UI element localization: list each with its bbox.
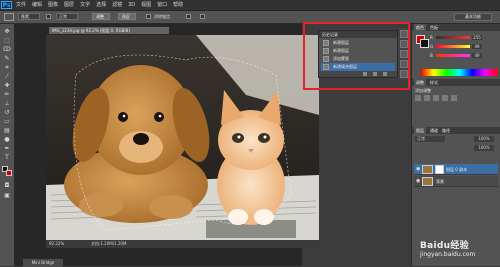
layer-row[interactable]: ◉ 背景: [414, 176, 498, 187]
adjust-panel-tabs: 调整 样式: [412, 79, 500, 86]
layer-name: 背景: [436, 179, 444, 184]
eraser-tool-icon[interactable]: ▭: [3, 118, 11, 125]
curves-icon[interactable]: [433, 95, 439, 101]
quick-select-tool-icon[interactable]: ✎: [3, 55, 11, 62]
canvas-image[interactable]: [46, 35, 319, 240]
menu-3d[interactable]: 3D: [128, 1, 135, 9]
opacity-field[interactable]: 100%: [474, 136, 494, 142]
menu-file[interactable]: 文件: [16, 1, 26, 9]
color-panel-bg-swatch[interactable]: [420, 39, 429, 48]
eye-icon[interactable]: ◉: [416, 176, 420, 187]
menu-help[interactable]: 帮助: [173, 1, 183, 9]
selection-button[interactable]: 选区: [118, 13, 136, 20]
crop-tool-icon[interactable]: ⌗: [3, 64, 11, 71]
layer-row[interactable]: ◉ 图层 0 副本: [414, 164, 498, 175]
option-field-2[interactable]: 正常: [56, 13, 78, 20]
brush-tool-icon[interactable]: ✏: [3, 91, 11, 98]
exposure-icon[interactable]: [442, 95, 448, 101]
current-tool-icon[interactable]: [4, 13, 14, 21]
menu-filter[interactable]: 滤镜: [112, 1, 122, 9]
eyedropper-tool-icon[interactable]: ⁄: [3, 73, 11, 80]
green-label: G: [430, 44, 434, 49]
menu-bar: Ps 文件 编辑 图像 图层 文字 选择 滤镜 3D 视图 窗口 帮助: [0, 0, 500, 11]
tab-styles[interactable]: 样式: [430, 79, 438, 86]
move-tool-icon[interactable]: ✥: [3, 28, 11, 35]
lasso-tool-icon[interactable]: ↀ: [3, 46, 11, 53]
options-bar: 像素 正常 调整 选区 消除锯齿 基本功能: [0, 11, 500, 24]
option-checkbox-3[interactable]: [186, 14, 191, 19]
tab-adjustments[interactable]: 调整: [414, 79, 426, 86]
baidu-watermark: Baidu经验 jingyan.baidu.com: [420, 238, 475, 258]
adjust-button[interactable]: 调整: [92, 13, 110, 20]
red-label: R: [430, 35, 433, 40]
vibrance-icon[interactable]: [451, 95, 457, 101]
color-panel-tabs: 颜色 色板: [412, 24, 500, 31]
menu-items: 文件 编辑 图像 图层 文字 选择 滤镜 3D 视图 窗口 帮助: [16, 1, 183, 9]
menu-layer[interactable]: 图层: [64, 1, 74, 9]
document-tab[interactable]: IMG_1234.jpg @ 92.2% (图层 0, RGB/8): [49, 27, 169, 34]
blue-slider[interactable]: [436, 54, 470, 57]
watermark-brand: Baidu经验: [420, 241, 469, 251]
workspace-switcher[interactable]: 基本功能: [454, 13, 492, 21]
antialias-checkbox[interactable]: [146, 14, 151, 19]
right-panel-column: 颜色 色板 R 255 G 49 B 49 调整 样式 添加调整 图层 通道 路…: [411, 24, 500, 266]
layers-panel-tabs: 图层 通道 路径: [412, 127, 500, 134]
type-tool-icon[interactable]: T: [3, 154, 11, 161]
tab-layers[interactable]: 图层: [414, 127, 426, 134]
layer-thumbnail: [422, 177, 433, 186]
stamp-tool-icon[interactable]: ⊥: [3, 100, 11, 107]
tools-panel: ✥ ⬚ ↀ ✎ ⌗ ⁄ ✚ ✏ ⊥ ↺ ▭ ▤ ● ✒ T ◘ ▣: [0, 24, 15, 266]
option-checkbox-4[interactable]: [200, 14, 205, 19]
healing-tool-icon[interactable]: ✚: [3, 82, 11, 89]
document-info: 文档:1.20M/1.20M: [91, 241, 127, 246]
adjustment-icons: [415, 95, 457, 101]
layer-thumbnail: [422, 165, 433, 174]
tab-color[interactable]: 颜色: [414, 24, 426, 31]
screen-mode-icon[interactable]: ▣: [3, 192, 11, 199]
tab-swatches[interactable]: 色板: [430, 24, 438, 31]
highlight-annotation-box: [303, 22, 410, 90]
fill-field[interactable]: 100%: [474, 145, 494, 151]
blue-label: B: [430, 53, 433, 58]
dodge-tool-icon[interactable]: ●: [3, 136, 11, 143]
add-adjustment-title: 添加调整: [415, 88, 431, 93]
levels-icon[interactable]: [424, 95, 430, 101]
gradient-tool-icon[interactable]: ▤: [3, 127, 11, 134]
menu-view[interactable]: 视图: [141, 1, 151, 9]
menu-image[interactable]: 图像: [48, 1, 58, 9]
tab-paths[interactable]: 路径: [442, 127, 450, 134]
pen-tool-icon[interactable]: ✒: [3, 145, 11, 152]
eye-icon[interactable]: ◉: [416, 164, 420, 175]
zoom-level[interactable]: 92.22%: [49, 240, 64, 248]
layer-mask-thumbnail[interactable]: [435, 165, 444, 174]
puppy-kitten-photo: [46, 35, 319, 240]
blue-value[interactable]: 49: [472, 53, 482, 58]
antialias-label: 消除锯齿: [154, 14, 170, 19]
blue-slider-row: B 49: [430, 53, 482, 58]
option-field-1[interactable]: 像素: [18, 13, 40, 20]
green-value[interactable]: 49: [472, 44, 482, 49]
menu-edit[interactable]: 编辑: [32, 1, 42, 9]
green-slider-row: G 49: [430, 44, 482, 49]
red-slider-row: R 255: [430, 35, 482, 40]
red-slider[interactable]: [436, 36, 470, 39]
tab-channels[interactable]: 通道: [430, 127, 438, 134]
layer-name: 图层 0 副本: [446, 167, 468, 172]
watermark-url: jingyan.baidu.com: [420, 251, 476, 258]
document-status-bar: 92.22% 文档:1.20M/1.20M: [46, 240, 319, 248]
quick-mask-icon[interactable]: ◘: [3, 182, 11, 189]
menu-select[interactable]: 选择: [96, 1, 106, 9]
green-slider[interactable]: [436, 45, 470, 48]
blend-mode-select[interactable]: 正常: [415, 136, 445, 142]
background-color-swatch[interactable]: [6, 170, 12, 176]
color-spectrum-ramp[interactable]: [421, 69, 498, 76]
red-value[interactable]: 255: [472, 35, 482, 40]
brightness-icon[interactable]: [415, 95, 421, 101]
menu-window[interactable]: 窗口: [157, 1, 167, 9]
menu-type[interactable]: 文字: [80, 1, 90, 9]
marquee-tool-icon[interactable]: ⬚: [3, 37, 11, 44]
photoshop-logo: Ps: [1, 1, 12, 9]
option-checkbox-1[interactable]: [46, 14, 51, 19]
history-brush-icon[interactable]: ↺: [3, 109, 11, 116]
